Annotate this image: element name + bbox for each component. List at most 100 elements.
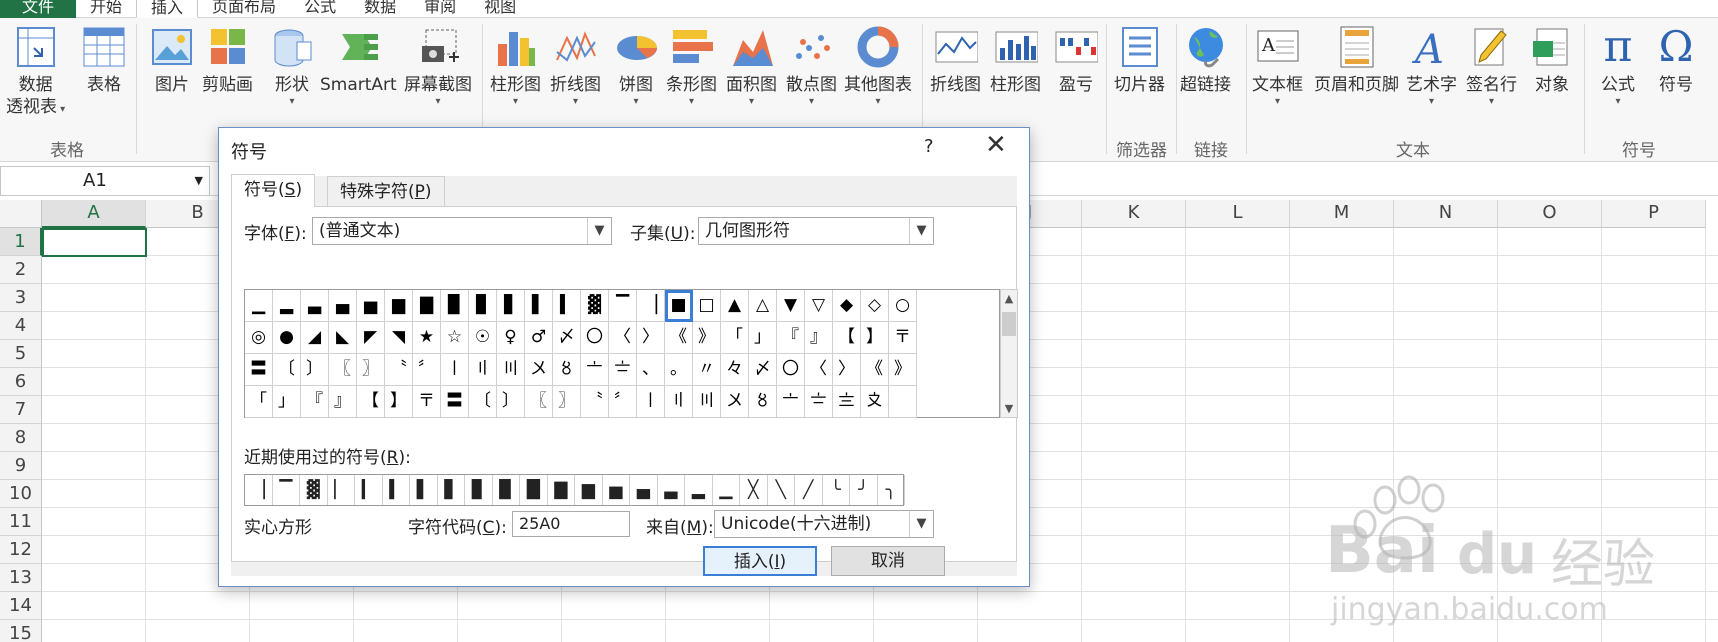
tab-page-layout[interactable]: 页面布局 (198, 0, 290, 17)
help-icon[interactable]: ? (924, 136, 934, 157)
recent-symbol-cell[interactable]: ▔ (273, 475, 300, 505)
row-header-4[interactable]: 4 (0, 312, 42, 340)
object-button[interactable]: 对象 (1530, 24, 1574, 96)
active-cell-a1[interactable] (42, 228, 147, 257)
symbol-cell[interactable]: 〆 (553, 322, 581, 354)
recent-symbol-cell[interactable]: ╰ (823, 475, 850, 505)
symbol-cell[interactable]: 〒 (413, 386, 441, 418)
column-chart-button[interactable]: 柱形图 ▾ (490, 24, 541, 108)
symbol-cell[interactable]: 】 (861, 322, 889, 354)
symbol-cell[interactable]: 〣 (497, 354, 525, 386)
symbol-cell[interactable]: 〈 (805, 354, 833, 386)
symbol-cell[interactable]: ◆ (833, 290, 861, 322)
tab-insert[interactable]: 插入 (136, 0, 199, 18)
symbol-cell[interactable]: 『 (777, 322, 805, 354)
column-header-k[interactable]: K (1082, 200, 1186, 228)
chevron-down-icon[interactable]: ▼ (195, 167, 203, 195)
font-select[interactable]: (普通文本) ▼ (312, 217, 612, 245)
recent-symbol-cell[interactable]: ╯ (850, 475, 878, 505)
recent-symbol-cell[interactable]: ╲ (768, 475, 795, 505)
symbol-cell[interactable]: 【 (833, 322, 861, 354)
row-header-13[interactable]: 13 (0, 564, 42, 592)
symbol-cell[interactable]: 〪 (889, 386, 917, 418)
recent-symbol-cell[interactable]: ▇ (548, 475, 575, 505)
recent-symbol-cell[interactable]: ╳ (740, 475, 768, 505)
row-header-8[interactable]: 8 (0, 424, 42, 452)
symbol-cell[interactable]: 「 (245, 386, 273, 418)
sparkline-line-button[interactable]: 折线图 (930, 24, 981, 96)
symbol-cell[interactable]: ☆ (441, 322, 469, 354)
symbol-cell[interactable]: ◥ (385, 322, 413, 354)
sparkline-winloss-button[interactable]: 盈亏 (1054, 24, 1098, 96)
symbol-cell[interactable]: 〣 (693, 386, 721, 418)
symbol-cell[interactable]: ◤ (357, 322, 385, 354)
column-header-a[interactable]: A (42, 200, 146, 228)
symbol-cell[interactable]: 』 (805, 322, 833, 354)
shapes-button[interactable]: 形状 ▾ (270, 24, 314, 108)
column-header-p[interactable]: P (1602, 200, 1706, 228)
select-all-corner[interactable] (0, 200, 42, 228)
equation-button[interactable]: π 公式 ▾ (1596, 24, 1640, 108)
tab-symbols[interactable]: 符号(S) (231, 174, 316, 207)
symbol-cell[interactable]: ○ (889, 290, 917, 322)
picture-button[interactable]: 图片 (150, 24, 194, 96)
symbol-cell[interactable]: ● (273, 322, 301, 354)
recent-symbol-cell[interactable]: ╮ (878, 475, 905, 505)
symbol-cell[interactable]: 。 (665, 354, 693, 386)
symbol-cell[interactable]: ▉ (441, 290, 469, 322)
symbol-cell[interactable]: 【 (357, 386, 385, 418)
tab-data[interactable]: 数据 (350, 0, 410, 17)
tab-formulas[interactable]: 公式 (290, 0, 350, 17)
symbol-cell[interactable]: ▕ (637, 290, 665, 322)
tab-file[interactable]: 文件 (0, 0, 77, 18)
symbol-cell[interactable]: 〉 (637, 322, 665, 354)
recent-symbol-cell[interactable]: ▕ (245, 475, 273, 505)
symbol-cell[interactable]: 〈 (609, 322, 637, 354)
symbol-cell[interactable]: △ (749, 290, 777, 322)
symbol-cell[interactable]: ▊ (469, 290, 497, 322)
symbol-cell[interactable]: 〖 (329, 354, 357, 386)
symbol-cell[interactable]: ▼ (777, 290, 805, 322)
symbol-cell[interactable]: 〒 (889, 322, 917, 354)
column-header-l[interactable]: L (1186, 200, 1290, 228)
line-chart-button[interactable]: 折线图 ▾ (550, 24, 601, 108)
symbol-cell[interactable]: 〦 (581, 354, 609, 386)
symbol-cell[interactable]: 〖 (525, 386, 553, 418)
row-header-6[interactable]: 6 (0, 368, 42, 396)
symbol-cell[interactable]: 》 (693, 322, 721, 354)
symbol-grid[interactable]: ▁ ▂ ▃ ▄ ▅ ▆ ▇ ▉ ▊ ▋ ▌ ▍ ▓ ▔ ▕ ■ □ ▲ △ ▼ ▽ ◆ ◇ ○ ◎ ● ◢ ◣ ◤ ◥ ★ ☆ ☉ ♀ ♂ 〆〇〈〉《… (244, 289, 1000, 418)
chevron-down-icon[interactable]: ▼ (909, 218, 933, 244)
symbol-cell[interactable]: 〡 (637, 386, 665, 418)
recent-symbol-cell[interactable]: ▉ (493, 475, 520, 505)
close-icon[interactable]: ✕ (985, 132, 1007, 158)
scrollbar-thumb[interactable] (1002, 312, 1016, 336)
recent-symbol-cell[interactable]: ▌ (410, 475, 438, 505)
symbol-cell[interactable]: ♂ (525, 322, 553, 354)
bar-chart-button[interactable]: 条形图 ▾ (666, 24, 717, 108)
symbol-cell[interactable]: 〓 (441, 386, 469, 418)
symbol-cell[interactable]: 】 (385, 386, 413, 418)
symbol-cell[interactable]: 々 (721, 354, 749, 386)
symbol-cell[interactable]: 〧 (805, 386, 833, 418)
symbol-cell[interactable]: 〢 (469, 354, 497, 386)
symbol-cell[interactable]: 〕 (497, 386, 525, 418)
column-header-n[interactable]: N (1394, 200, 1498, 228)
recent-symbol-cell[interactable]: ▏ (328, 475, 355, 505)
symbol-cell[interactable]: 《 (861, 354, 889, 386)
symbol-cell[interactable]: 」 (273, 386, 301, 418)
scatter-chart-button[interactable]: 散点图 ▾ (786, 24, 837, 108)
signature-line-button[interactable]: 签名行 ▾ (1466, 24, 1517, 108)
symbol-cell[interactable]: 〤 (525, 354, 553, 386)
symbol-cell[interactable]: 〆 (749, 354, 777, 386)
chevron-down-icon[interactable]: ▼ (587, 218, 611, 244)
symbol-cell[interactable]: ▽ (805, 290, 833, 322)
symbol-cell[interactable]: ★ (413, 322, 441, 354)
symbol-cell[interactable]: 「 (721, 322, 749, 354)
symbol-cell[interactable]: 『 (301, 386, 329, 418)
symbol-cell[interactable]: 」 (749, 322, 777, 354)
symbol-cell[interactable]: 〩 (861, 386, 889, 418)
symbol-cell[interactable]: ◇ (861, 290, 889, 322)
row-header-15[interactable]: 15 (0, 620, 42, 642)
symbol-cell[interactable]: 〔 (469, 386, 497, 418)
symbol-cell[interactable]: 〝 (385, 354, 413, 386)
